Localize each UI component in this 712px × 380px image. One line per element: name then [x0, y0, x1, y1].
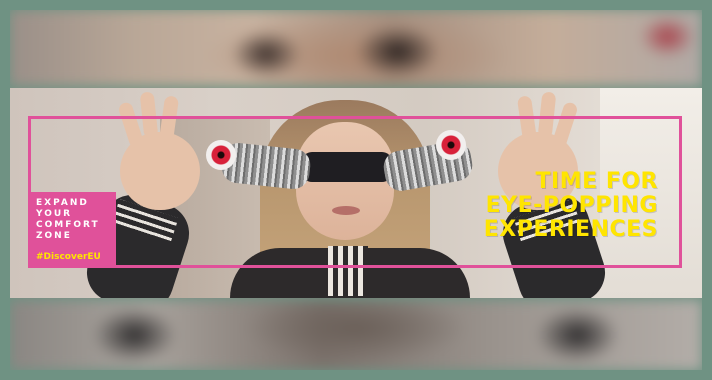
hashtag: #DiscoverEU: [36, 252, 101, 262]
tagline-box: EXPAND YOUR COMFORT ZONE #DiscoverEU: [30, 192, 116, 268]
tagline-line-3: COMFORT: [36, 220, 100, 230]
blurred-background-top: [10, 10, 702, 86]
tagline-line-4: ZONE: [36, 231, 72, 241]
headline-line-1: TIME FOR: [535, 169, 658, 194]
headline-line-2: EYE-POPPING: [485, 193, 658, 218]
tagline-line-1: EXPAND: [36, 198, 89, 208]
blurred-background-bottom: [10, 300, 702, 370]
headline: TIME FOR EYE-POPPING EXPERIENCES: [484, 170, 658, 242]
tagline-line-2: YOUR: [36, 209, 73, 219]
headline-line-3: EXPERIENCES: [483, 217, 658, 242]
campaign-banner-image: TIME FOR EYE-POPPING EXPERIENCES EXPAND …: [10, 88, 702, 298]
